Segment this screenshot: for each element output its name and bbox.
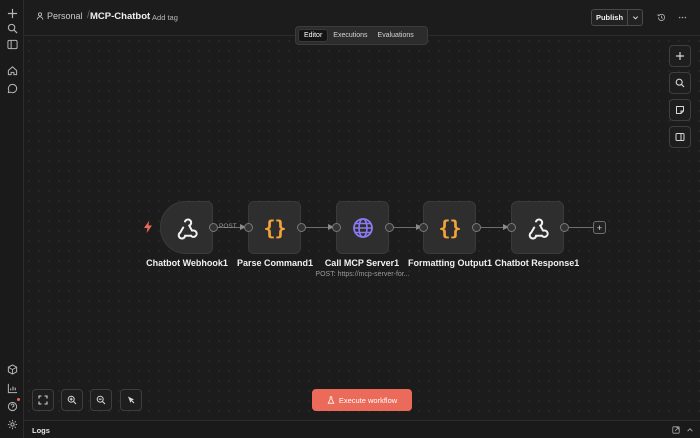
node-label: Chatbot Response1 <box>494 258 580 268</box>
select-tool-button[interactable] <box>120 389 142 411</box>
code-braces-icon: {} <box>263 215 286 240</box>
fit-screen-icon <box>38 395 48 405</box>
view-tabs: Editor Executions Evaluations <box>295 26 428 45</box>
input-handle[interactable] <box>419 223 428 232</box>
panel-right-icon <box>675 133 685 141</box>
workflow-title[interactable]: MCP-Chatbot <box>90 11 150 22</box>
logs-title: Logs <box>32 426 50 435</box>
node-chatbot-response[interactable] <box>511 201 564 254</box>
output-handle[interactable] <box>209 223 218 232</box>
node-chatbot-webhook[interactable] <box>160 201 213 254</box>
add-icon[interactable] <box>4 5 20 21</box>
plus-icon <box>676 52 684 60</box>
connection-line[interactable] <box>568 227 593 228</box>
node-parse-command[interactable]: {} <box>248 201 301 254</box>
zoom-out-button[interactable] <box>90 389 112 411</box>
publish-button[interactable]: Publish <box>592 10 628 25</box>
tab-evaluations[interactable]: Evaluations <box>373 29 419 42</box>
chat-icon[interactable] <box>4 80 20 96</box>
output-handle[interactable] <box>560 223 569 232</box>
project-name: Personal <box>47 11 83 21</box>
globe-icon <box>352 217 373 238</box>
webhook-icon <box>177 218 198 239</box>
tab-executions[interactable]: Executions <box>328 29 372 42</box>
panel-toggle-icon[interactable] <box>4 36 20 52</box>
connection-line[interactable] <box>305 227 329 228</box>
chevron-down-icon <box>632 16 638 20</box>
trigger-bolt-icon <box>144 221 152 233</box>
code-braces-icon: {} <box>438 215 461 240</box>
tab-editor[interactable]: Editor <box>298 29 329 42</box>
input-handle[interactable] <box>244 223 253 232</box>
user-icon <box>36 12 44 20</box>
connection-output-label: POST <box>219 223 237 230</box>
insights-icon[interactable] <box>4 380 20 396</box>
search-nodes-button[interactable] <box>669 72 691 94</box>
flask-icon <box>327 396 335 404</box>
node-call-mcp-server[interactable] <box>336 201 389 254</box>
node-subtitle: POST: https://mcp-server-for... <box>315 271 410 278</box>
search-icon <box>675 78 685 88</box>
zoom-out-icon <box>96 395 106 405</box>
templates-icon[interactable] <box>4 361 20 377</box>
home-icon[interactable] <box>4 62 20 78</box>
zoom-in-icon <box>67 395 77 405</box>
cursor-icon <box>128 396 135 404</box>
toggle-panel-button[interactable] <box>669 126 691 148</box>
execute-workflow-label: Execute workflow <box>338 395 398 405</box>
node-label: Call MCP Server1 <box>324 258 400 268</box>
node-label: Chatbot Webhook1 <box>146 258 228 268</box>
publish-options-button[interactable] <box>628 10 642 25</box>
connection-line[interactable] <box>480 227 504 228</box>
connection-line[interactable] <box>393 227 417 228</box>
input-handle[interactable] <box>332 223 341 232</box>
node-label: Parse Command1 <box>236 258 314 268</box>
settings-icon[interactable] <box>4 416 20 432</box>
sticky-note-button[interactable] <box>669 99 691 121</box>
node-label: Formatting Output1 <box>408 258 492 268</box>
input-handle[interactable] <box>507 223 516 232</box>
add-next-node-button[interactable]: + <box>593 221 606 234</box>
search-icon[interactable] <box>4 20 20 36</box>
help-icon[interactable] <box>4 398 20 414</box>
add-node-button[interactable] <box>669 45 691 67</box>
output-handle[interactable] <box>472 223 481 232</box>
sticky-note-icon <box>676 106 684 114</box>
add-tag-button[interactable]: + Add tag <box>146 13 178 22</box>
webhook-icon <box>528 218 549 239</box>
publish-button-group: Publish <box>591 9 643 26</box>
fit-view-button[interactable] <box>32 389 54 411</box>
execute-workflow-button[interactable]: Execute workflow <box>312 389 412 411</box>
logs-panel[interactable]: Logs <box>24 420 700 438</box>
chevron-up-icon[interactable] <box>685 425 694 434</box>
more-options-icon[interactable] <box>677 12 687 22</box>
zoom-in-button[interactable] <box>61 389 83 411</box>
node-formatting-output[interactable]: {} <box>423 201 476 254</box>
history-icon[interactable] <box>656 12 666 22</box>
notification-dot <box>17 398 20 401</box>
breadcrumb-project[interactable]: Personal <box>36 11 83 21</box>
left-sidebar <box>0 0 24 438</box>
pop-out-icon[interactable] <box>671 425 680 434</box>
output-handle[interactable] <box>385 223 394 232</box>
output-handle[interactable] <box>297 223 306 232</box>
